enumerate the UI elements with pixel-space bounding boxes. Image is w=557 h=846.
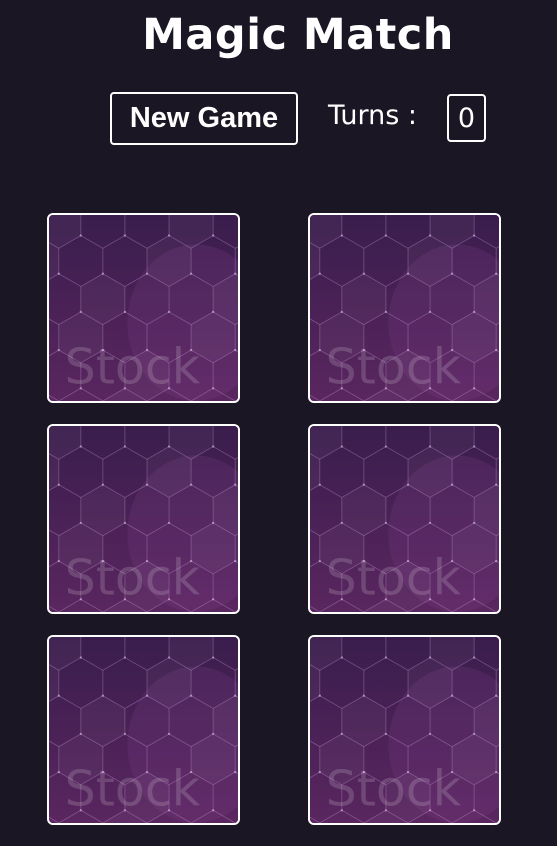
card-watermark: Stock (326, 338, 462, 395)
card-2[interactable]: Stock (308, 213, 501, 403)
card-back-image: Stock (49, 426, 238, 612)
turns-counter: 0 (447, 94, 486, 142)
turns-label: Turns : (328, 100, 417, 131)
card-watermark: Stock (65, 760, 201, 817)
card-back-image: Stock (310, 426, 499, 612)
card-5[interactable]: Stock (47, 635, 240, 825)
card-back-image: Stock (310, 215, 499, 401)
card-watermark: Stock (326, 549, 462, 606)
card-1[interactable]: Stock (47, 213, 240, 403)
card-6[interactable]: Stock (308, 635, 501, 825)
card-4[interactable]: Stock (308, 424, 501, 614)
new-game-button[interactable]: New Game (110, 92, 298, 145)
card-back-image: Stock (49, 215, 238, 401)
card-back-image: Stock (310, 637, 499, 823)
game-page: Magic Match New Game Turns : 0 Stock Sto… (0, 0, 557, 846)
card-back-image: Stock (49, 637, 238, 823)
game-title: Magic Match (142, 10, 454, 60)
card-watermark: Stock (326, 760, 462, 817)
card-watermark: Stock (65, 338, 201, 395)
card-3[interactable]: Stock (47, 424, 240, 614)
card-watermark: Stock (65, 549, 201, 606)
